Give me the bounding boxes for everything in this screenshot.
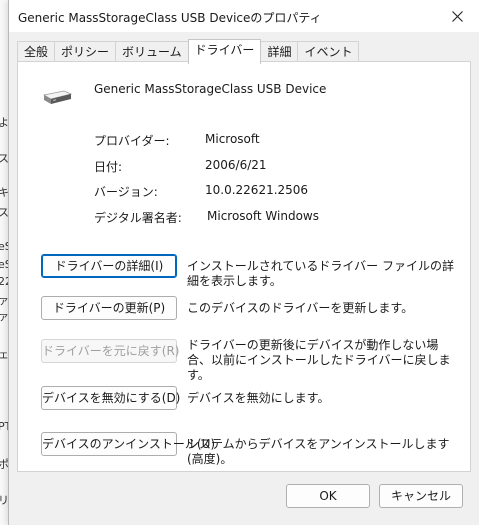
update-driver-button[interactable]: ドライバーの更新(P) [41,296,177,320]
provider-value: Microsoft [205,132,260,146]
date-value: 2006/6/21 [205,158,267,172]
uninstall-device-button[interactable]: デバイスのアンインストール(U) [41,432,215,456]
uninstall-device-description: システムからデバイスをアンインストールします (高度)。 [187,437,450,466]
driver-tab-panel: Generic MassStorageClass USB Device プロバイ… [17,61,471,472]
provider-label: プロバイダー: [94,134,170,148]
usb-drive-icon [43,90,72,104]
tab-policy[interactable]: ポリシー [54,41,117,62]
cancel-button[interactable]: キャンセル [379,484,463,508]
disable-device-button[interactable]: デバイスを無効にする(D) [41,386,180,410]
date-label: 日付: [94,160,123,174]
roll-back-driver-description: ドライバーの更新後にデバイスが動作しない場合、以前にインストールしたドライバーに… [187,338,451,382]
signer-label: デジタル署名者: [94,211,182,225]
driver-details-button[interactable]: ドライバーの詳細(I) [41,254,177,278]
driver-details-description: インストールされているドライバー ファイルの詳細を表示します。 [187,259,454,288]
signer-value: Microsoft Windows [207,209,319,223]
title-bar: Generic MassStorageClass USB Deviceのプロパテ… [9,0,479,32]
ok-button[interactable]: OK [286,484,370,508]
tab-details[interactable]: 詳細 [260,41,299,62]
close-button[interactable] [434,0,479,32]
tab-strip: 全般 ポリシー ボリューム ドライバー 詳細 イベント [17,39,360,64]
tab-events[interactable]: イベント [297,41,360,62]
properties-dialog: Generic MassStorageClass USB Deviceのプロパテ… [8,0,479,525]
disable-device-description: デバイスを無効にします。 [187,391,330,405]
tab-driver[interactable]: ドライバー [187,39,262,64]
update-driver-description: このデバイスのドライバーを更新します。 [187,301,414,315]
roll-back-driver-button[interactable]: ドライバーを元に戻す(R) [41,339,179,363]
window-title: Generic MassStorageClass USB Deviceのプロパテ… [18,11,322,25]
close-icon [451,10,463,22]
tab-volumes[interactable]: ボリューム [115,41,189,62]
tab-general[interactable]: 全般 [17,41,56,62]
version-value: 10.0.22621.2506 [205,183,309,197]
device-name: Generic MassStorageClass USB Device [94,82,327,96]
version-label: バージョン: [94,185,158,199]
